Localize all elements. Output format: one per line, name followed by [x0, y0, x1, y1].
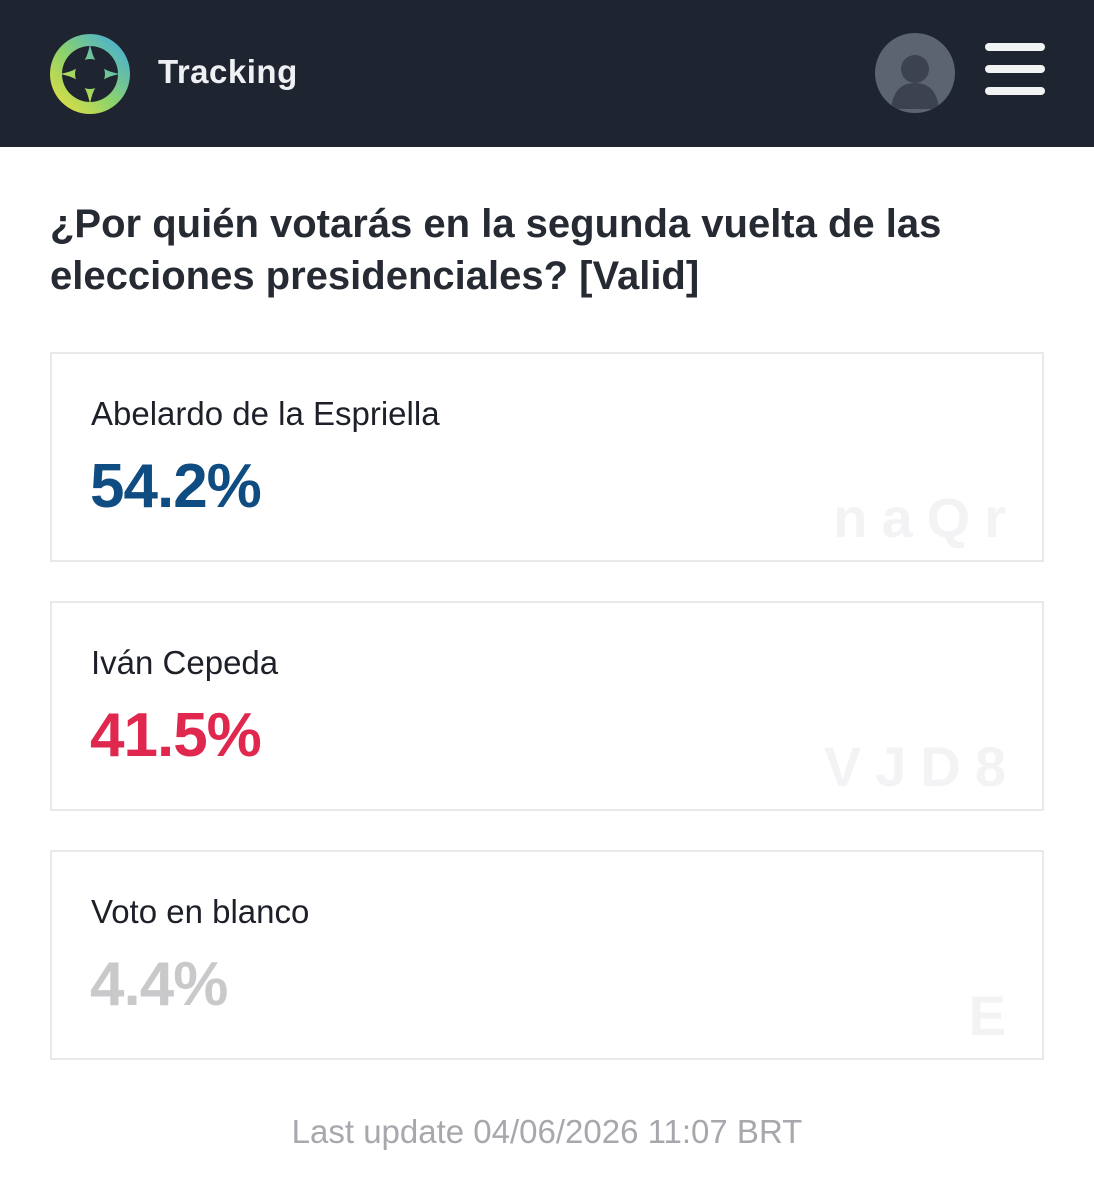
- compass-logo-icon[interactable]: [50, 34, 130, 114]
- candidate-percentage: 41.5%: [90, 701, 262, 770]
- watermark-decoration: VJD8: [823, 735, 1020, 798]
- watermark-decoration: E: [968, 984, 1020, 1047]
- candidate-name: Iván Cepeda: [91, 644, 279, 681]
- candidate-name: Voto en blanco: [91, 893, 310, 930]
- last-update-timestamp: Last update 04/06/2026 11:07 BRT: [291, 1113, 803, 1150]
- result-card-cepeda: Iván Cepeda 41.5% VJD8: [50, 601, 1044, 811]
- user-avatar-icon: [891, 55, 939, 109]
- result-card-blank-vote: Voto en blanco 4.4% E: [50, 850, 1044, 1060]
- candidate-name: Abelardo de la Espriella: [91, 395, 440, 432]
- top-navigation-bar: Tracking: [0, 0, 1094, 147]
- brand-title: Tracking: [158, 53, 298, 90]
- candidate-percentage: 54.2%: [90, 452, 262, 521]
- watermark-decoration: naQr: [833, 486, 1020, 549]
- candidate-percentage: 4.4%: [90, 950, 228, 1019]
- user-avatar-button[interactable]: [875, 33, 955, 113]
- hamburger-menu-icon[interactable]: [985, 43, 1045, 95]
- result-card-espriella: Abelardo de la Espriella 54.2% naQr: [50, 352, 1044, 562]
- poll-question-title: ¿Por quién votarás en la segunda vuelta …: [50, 202, 942, 298]
